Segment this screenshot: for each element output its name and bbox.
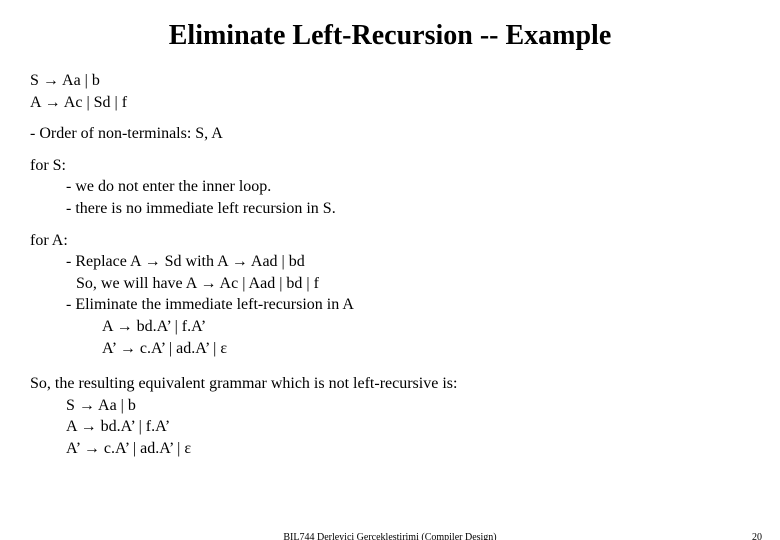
for-a-line-4: A → bd.A’ | f.A’ (30, 316, 750, 338)
footer-center-text: BIL744 Derleyici Gerçekleştirimi (Compil… (0, 532, 780, 540)
result-rule-ap: A’ → c.A’ | ad.A’ | ε (30, 438, 750, 460)
slide-body: S → Aa | b A → Ac | Sd | f - Order of no… (30, 70, 750, 460)
for-s-line-1: - we do not enter the inner loop. (30, 176, 750, 198)
slide-title: Eliminate Left-Recursion -- Example (30, 20, 750, 52)
order-line: - Order of non-terminals: S, A (30, 123, 750, 145)
for-a-line-5: A’ → c.A’ | ad.A’ | ε (30, 338, 750, 360)
result-rule-a: A → bd.A’ | f.A’ (30, 416, 750, 438)
for-a-block: for A: - Replace A → Sd with A → Aad | b… (30, 230, 750, 360)
grammar-rule-a: A → Ac | Sd | f (30, 92, 750, 114)
page-number: 20 (752, 532, 762, 540)
for-a-line-2: So, we will have A → Ac | Aad | bd | f (30, 273, 750, 295)
result-rule-s: S → Aa | b (30, 395, 750, 417)
for-s-block: for S: - we do not enter the inner loop.… (30, 155, 750, 220)
result-head: So, the resulting equivalent grammar whi… (30, 373, 750, 395)
for-a-line-3: - Eliminate the immediate left-recursion… (30, 294, 750, 316)
result-block: So, the resulting equivalent grammar whi… (30, 373, 750, 459)
for-s-line-2: - there is no immediate left recursion i… (30, 198, 750, 220)
slide: Eliminate Left-Recursion -- Example S → … (0, 0, 780, 540)
grammar-rule-s: S → Aa | b (30, 70, 750, 92)
for-a-line-1: - Replace A → Sd with A → Aad | bd (30, 251, 750, 273)
initial-grammar: S → Aa | b A → Ac | Sd | f (30, 70, 750, 113)
for-a-head: for A: (30, 230, 750, 252)
for-s-head: for S: (30, 155, 750, 177)
